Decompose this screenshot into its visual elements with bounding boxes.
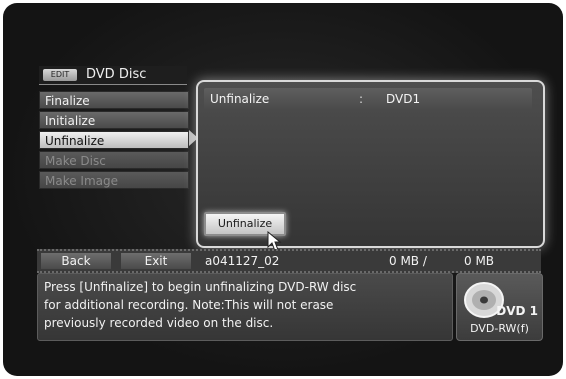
row-value: DVD1 [386, 92, 421, 106]
message-line-2: for additional recording. Note:This will… [44, 298, 334, 312]
side-menu: Finalize Initialize Unfinalize Make Disc… [39, 91, 189, 191]
menu-item-unfinalize[interactable]: Unfinalize [39, 131, 189, 149]
title-tab: EDIT DVD Disc [39, 66, 187, 85]
disc-type: DVD-RW(f) [470, 322, 529, 335]
status-bar: Back Exit a041127_02 0 MB / 0 MB [37, 249, 541, 273]
help-message: Press [Unfinalize] to begin unfinalizing… [37, 273, 453, 341]
dvd-menu-screen: EDIT DVD Disc Finalize Initialize Unfina… [3, 3, 563, 376]
filename: a041127_02 [205, 254, 280, 268]
page-title: DVD Disc [86, 67, 147, 82]
exit-button[interactable]: Exit [121, 253, 191, 269]
menu-item-finalize[interactable]: Finalize [39, 91, 189, 109]
menu-item-make-image: Make Image [39, 171, 189, 189]
total-space: 0 MB [464, 254, 495, 268]
row-separator: : [359, 92, 364, 106]
disc-info: DVD 1 DVD-RW(f) [456, 273, 543, 341]
message-line-1: Press [Unfinalize] to begin unfinalizing… [44, 280, 357, 294]
disc-name: DVD 1 [496, 304, 538, 318]
unfinalize-row: Unfinalize : DVD1 [204, 88, 532, 110]
menu-item-initialize[interactable]: Initialize [39, 111, 189, 129]
edit-badge: EDIT [43, 69, 77, 81]
detail-panel: Unfinalize : DVD1 Unfinalize [196, 80, 545, 248]
menu-item-make-disc: Make Disc [39, 151, 189, 169]
used-space: 0 MB / [389, 254, 427, 268]
row-label: Unfinalize [210, 92, 270, 106]
back-button[interactable]: Back [41, 253, 111, 269]
message-line-3: previously recorded video on the disc. [44, 316, 274, 330]
